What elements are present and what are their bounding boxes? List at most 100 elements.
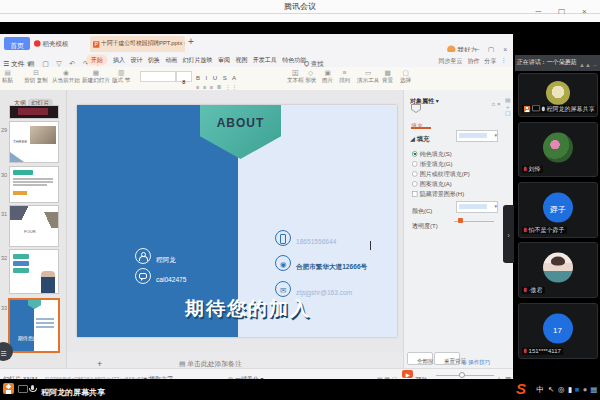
wps-tabbar: 首页 稻壳模板 P十阿千建公司校园招聘PPT.pptx ○ × + 我好力 ─ …: [0, 34, 513, 52]
participant-name: 程阿龙的屏幕共享: [522, 105, 597, 113]
object-properties-panel: 对象属性 ▾ ⌂ × 填充 ◢ 填充 ▾ 纯色填充(S)渐变填充(G)图片或纹理…: [403, 90, 503, 368]
play-button[interactable]: ▶: [402, 370, 413, 378]
tray-icon-4[interactable]: ■: [575, 385, 580, 395]
participant-tile-0[interactable]: 程阿龙的屏幕共享: [518, 73, 598, 117]
sidebar-collapse-handle[interactable]: ›: [503, 205, 514, 263]
tray-icon-1[interactable]: ↖: [548, 385, 554, 395]
thumb-number: 29: [1, 122, 12, 140]
ribbon-新建幻灯片[interactable]: ▦新建幻灯片: [82, 69, 110, 85]
thumb-number: 31: [1, 206, 12, 224]
participant-tile-2[interactable]: 孬子怕不是个孬子: [518, 182, 598, 238]
slide-thumbnail-29[interactable]: THREE: [10, 122, 58, 162]
mail-icon: ✉: [275, 281, 291, 297]
menu-tab-切换[interactable]: 切换: [148, 55, 160, 63]
contact-phone: 18651556644: [296, 233, 357, 251]
menu-tab-幻灯片放映[interactable]: 幻灯片放映: [183, 55, 213, 63]
action-同步至云[interactable]: 同步至云: [439, 57, 463, 65]
share-banner-text: 程阿龙的屏幕共享: [41, 383, 121, 400]
tray-icon-2[interactable]: ◎: [558, 385, 565, 395]
tray-icon-6[interactable]: ▦: [591, 385, 598, 395]
thumb-number: 32: [1, 250, 12, 268]
slide-thumbnail-partial[interactable]: [10, 106, 58, 118]
opacity-label: 透明度(T): [412, 218, 455, 236]
ribbon-演示工具[interactable]: ▭演示工具: [357, 69, 379, 85]
wps-document-tab[interactable]: P十阿千建公司校园招聘PPT.pptx ○ ×: [90, 36, 185, 52]
fill-swatch[interactable]: ▾: [456, 130, 498, 142]
ribbon-形状[interactable]: ◇形状: [305, 69, 316, 85]
participant-tile-1[interactable]: 刘怿: [518, 122, 598, 177]
menu-tab-视图[interactable]: 视图: [235, 55, 247, 63]
participant-tile-4[interactable]: 17 151****4117: [518, 303, 598, 359]
wechat-icon: [135, 268, 151, 284]
slide[interactable]: ABOUT 程阿龙 cai042475 18651556644 ◉: [77, 105, 397, 337]
mic-icon: [524, 227, 527, 232]
action-协作[interactable]: 协作: [467, 57, 479, 65]
slide-thumbnail-32[interactable]: [10, 250, 58, 293]
avatar: [543, 132, 573, 162]
wps-taskbar-icon[interactable]: S: [516, 380, 526, 397]
menu-tab-审阅[interactable]: 审阅: [218, 55, 230, 63]
participant-name: 怕不是个孬子: [522, 227, 567, 234]
menu-tab-开始[interactable]: 开始: [86, 54, 108, 65]
meeting-titlebar-ext: [0, 14, 600, 22]
ribbon-剪切 复制[interactable]: ⊟剪切 复制: [24, 69, 48, 85]
location-icon: ◉: [275, 255, 291, 271]
screen: 腾讯会议 ─ ▢ × 首页 稻壳模板 P十阿千建公司校园招聘PPT.pptx ○…: [0, 0, 600, 400]
reset-bg-button[interactable]: 重置背景: [434, 352, 460, 365]
wps-body: 大纲 幻灯片 THREE2930FOUR3132期待您的加入33 ABOUT 程…: [0, 90, 513, 368]
meeting-title: 腾讯会议: [284, 1, 316, 12]
tray-icon-3[interactable]: ▮: [568, 385, 572, 395]
slide-thumbnail-33[interactable]: 期待您的加入: [10, 300, 58, 351]
ribbon-图片[interactable]: ▣图片: [322, 69, 333, 85]
system-tray[interactable]: 中 ↖ ◎▮■●▦: [535, 383, 599, 396]
template-icon: [34, 40, 41, 47]
new-tab-button[interactable]: +: [188, 36, 194, 47]
titlebar-actions[interactable]: 同步至云协作分享⋮: [439, 57, 507, 65]
menu-tab-动画[interactable]: 动画: [165, 55, 177, 63]
menu-tab-特色功能[interactable]: 特色功能: [282, 55, 306, 63]
participant-name: 151****4117: [522, 348, 563, 355]
font-name-box[interactable]: [140, 71, 176, 82]
sidebar-header-icons[interactable]: ▲▲ ←: [566, 55, 599, 71]
wps-home-tab[interactable]: 首页: [4, 37, 30, 50]
bottom-share-bar: 程阿龙的屏幕共享 S 中 ↖ ◎▮■●▦: [0, 379, 600, 400]
menu-tab-设计[interactable]: 设计: [130, 55, 142, 63]
zoom-knob[interactable]: [459, 372, 465, 378]
ribbon-选择[interactable]: ▢选择: [400, 69, 411, 85]
avatar: [546, 81, 570, 105]
opacity-knob[interactable]: [458, 218, 463, 223]
menu-tab-开发工具[interactable]: 开发工具: [253, 55, 277, 63]
avatar: 17: [543, 314, 573, 344]
slide-thumbnail-30[interactable]: [10, 167, 58, 202]
wps-template-tab[interactable]: 稻壳模板: [34, 38, 87, 50]
action-分享[interactable]: 分享: [484, 57, 496, 65]
ribbon-文本框[interactable]: 囯文本框: [287, 69, 304, 85]
share-person-icon: [3, 383, 14, 394]
apply-all-button[interactable]: 全部应用: [407, 352, 433, 365]
speaking-bar: 正在讲话：一个朵蘑菇 ▲▲ ←: [515, 55, 600, 71]
fill-tab-icon[interactable]: [411, 104, 421, 113]
panel-controls[interactable]: ⌂ ×: [486, 93, 501, 111]
ribbon-从当前开始[interactable]: ◉从当前开始: [52, 69, 80, 85]
participant-name: ·傲君: [522, 287, 545, 294]
color-swatch[interactable]: ▾: [456, 201, 498, 213]
participant-name: 刘怿: [522, 166, 543, 173]
menu-tab-插入[interactable]: 插入: [113, 55, 125, 63]
ribbon-版式 节[interactable]: ▥版式 节: [112, 69, 130, 85]
fill-tab-label[interactable]: 填充: [411, 118, 431, 129]
contact-wechat: cai042475: [156, 271, 202, 289]
ribbon-粘贴[interactable]: ▤粘贴: [2, 69, 13, 85]
tray-icon-5[interactable]: ●: [583, 385, 588, 395]
mic-icon: [524, 348, 527, 353]
menu-tabs: 开始插入设计切换动画幻灯片放映审阅视图开发工具特色功能: [86, 56, 306, 64]
slide-thumbnail-31[interactable]: FOUR: [10, 206, 58, 246]
ribbon-背景[interactable]: ▩背景: [382, 69, 393, 85]
participant-tile-3[interactable]: ·傲君: [518, 242, 598, 298]
font-size-box[interactable]: 8: [176, 71, 192, 82]
notes-bar[interactable]: + ▤ 单击此处添加备注: [67, 352, 403, 368]
zoom-track[interactable]: [436, 375, 494, 376]
ribbon-排列[interactable]: ≡排列: [339, 69, 350, 85]
slide-canvas: ABOUT 程阿龙 cai042475 18651556644 ◉: [67, 90, 403, 368]
contact-name: 程阿龙: [156, 251, 186, 269]
tray-icon-0[interactable]: 中: [536, 385, 544, 395]
